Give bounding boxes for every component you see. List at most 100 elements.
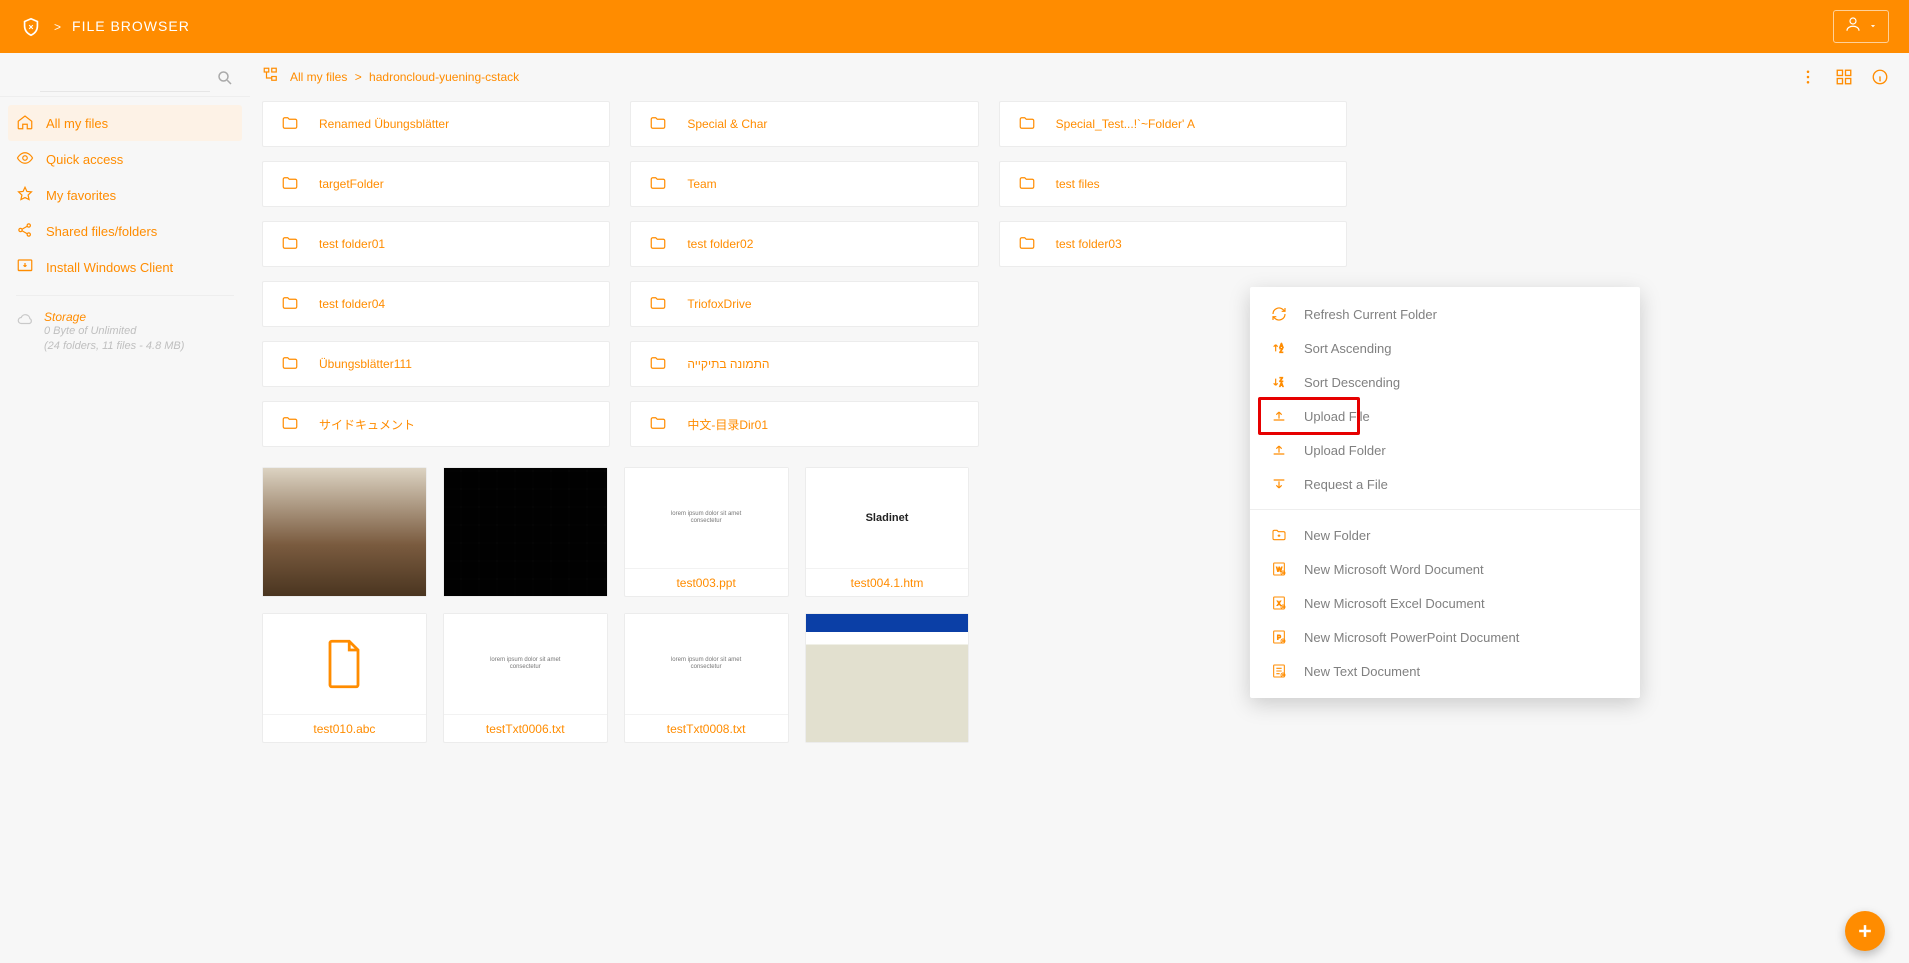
- context-menu: Refresh Current Folder AZ Sort Ascending ZA…: [1250, 287, 1640, 698]
- view-grid-icon[interactable]: [1835, 68, 1853, 86]
- search-input[interactable]: [40, 69, 210, 92]
- folder-item[interactable]: Special & Char: [630, 101, 978, 147]
- folder-label: test folder03: [1056, 237, 1122, 251]
- folder-label: test folder01: [319, 237, 385, 251]
- new-word-icon: W: [1270, 560, 1288, 578]
- folder-label: Renamed Übungsblätter: [319, 117, 449, 131]
- folder-item[interactable]: test folder02: [630, 221, 978, 267]
- folder-label: Special_Test...!`~Folder' A: [1056, 117, 1195, 131]
- upload-folder-icon: [1270, 441, 1288, 459]
- request-file-icon: [1270, 475, 1288, 493]
- menu-item-label: Request a File: [1304, 477, 1388, 492]
- user-icon: [1844, 15, 1862, 38]
- folder-label: 中文-目录Dir01: [687, 416, 768, 433]
- svg-text:X: X: [1277, 602, 1281, 608]
- file-label: test004.1.htm: [806, 568, 969, 596]
- folder-item[interactable]: test folder01: [262, 221, 610, 267]
- folder-item[interactable]: Übungsblätter111: [262, 341, 610, 387]
- folder-label: サイドキュメント: [319, 416, 415, 433]
- breadcrumb-root[interactable]: All my files: [290, 70, 347, 84]
- menu-item-new-text-document[interactable]: New Text Document: [1250, 654, 1640, 688]
- menu-item-upload-folder[interactable]: Upload Folder: [1250, 433, 1640, 467]
- menu-divider: [1250, 509, 1640, 510]
- sidebar-item-install-client[interactable]: Install Windows Client: [0, 249, 250, 285]
- menu-item-new-microsoft-powerpoint-document[interactable]: PNew Microsoft PowerPoint Document: [1250, 620, 1640, 654]
- user-menu-button[interactable]: [1833, 10, 1889, 43]
- menu-item-new-microsoft-excel-document[interactable]: X New Microsoft Excel Document: [1250, 586, 1640, 620]
- file-item[interactable]: test010.abc: [262, 613, 427, 743]
- content-scroll[interactable]: Renamed Übungsblätter Special & Char Speci…: [250, 101, 1909, 963]
- folder-item[interactable]: Renamed Übungsblätter: [262, 101, 610, 147]
- more-icon[interactable]: [1799, 68, 1817, 86]
- folder-icon: [647, 414, 669, 435]
- folder-item[interactable]: Team: [630, 161, 978, 207]
- sidebar-item-shared[interactable]: Shared files/folders: [0, 213, 250, 249]
- info-icon[interactable]: [1871, 68, 1889, 86]
- menu-item-label: New Microsoft PowerPoint Document: [1304, 630, 1519, 645]
- folder-label: test folder02: [687, 237, 753, 251]
- file-item[interactable]: [805, 613, 970, 743]
- title-prefix: >: [54, 20, 62, 34]
- folder-icon: [279, 414, 301, 435]
- sort-asc-icon: AZ: [1270, 339, 1288, 357]
- file-item[interactable]: lorem ipsum dolor sit ametconsecteturtes…: [443, 613, 608, 743]
- folder-icon: [1016, 234, 1038, 255]
- folder-item[interactable]: targetFolder: [262, 161, 610, 207]
- storage-info: Storage 0 Byte of Unlimited (24 folders,…: [16, 295, 234, 355]
- folder-item[interactable]: התמונה בתיקייה: [630, 341, 978, 387]
- folder-icon: [279, 354, 301, 375]
- breadcrumb-row: All my files > hadroncloud-yuening-cstac…: [250, 53, 1909, 101]
- menu-item-sort-ascending[interactable]: AZ Sort Ascending: [1250, 331, 1640, 365]
- sidebar-item-my-favorites[interactable]: My favorites: [0, 177, 250, 213]
- file-item[interactable]: [443, 467, 608, 597]
- fab-add-button[interactable]: [1845, 911, 1885, 951]
- folder-item[interactable]: test folder04: [262, 281, 610, 327]
- menu-item-label: New Text Document: [1304, 664, 1420, 679]
- new-folder-icon: [1270, 526, 1288, 544]
- search-icon[interactable]: [216, 69, 234, 92]
- main-panel: All my files > hadroncloud-yuening-cstac…: [250, 53, 1909, 963]
- menu-item-label: New Folder: [1304, 528, 1370, 543]
- sidebar-item-all-my-files[interactable]: All my files: [8, 105, 242, 141]
- folder-label: Team: [687, 177, 716, 191]
- folder-icon: [647, 114, 669, 135]
- folder-grid: Renamed Übungsblätter Special & Char Speci…: [262, 101, 1347, 447]
- menu-item-refresh-current-folder[interactable]: Refresh Current Folder: [1250, 297, 1640, 331]
- folder-label: Special & Char: [687, 117, 767, 131]
- breadcrumb-current: hadroncloud-yuening-cstack: [369, 70, 519, 84]
- file-item[interactable]: lorem ipsum dolor sit ametconsecteturtes…: [624, 467, 789, 597]
- refresh-icon: [1270, 305, 1288, 323]
- svg-text:A: A: [1280, 383, 1284, 389]
- folder-item[interactable]: TriofoxDrive: [630, 281, 978, 327]
- folder-item[interactable]: サイドキュメント: [262, 401, 610, 447]
- file-item[interactable]: lorem ipsum dolor sit ametconsecteturtes…: [624, 613, 789, 743]
- app-title: > FILE BROWSER: [54, 18, 190, 35]
- menu-item-sort-descending[interactable]: ZASort Descending: [1250, 365, 1640, 399]
- folder-item[interactable]: test folder03: [999, 221, 1347, 267]
- tree-icon[interactable]: [262, 66, 280, 89]
- menu-item-upload-file[interactable]: Upload File: [1250, 399, 1640, 433]
- folder-icon: [1016, 114, 1038, 135]
- menu-item-new-folder[interactable]: New Folder: [1250, 518, 1640, 552]
- breadcrumb-sep: >: [355, 70, 362, 84]
- storage-line1: 0 Byte of Unlimited: [44, 324, 184, 339]
- topbar: > FILE BROWSER: [0, 0, 1909, 53]
- folder-item[interactable]: 中文-目录Dir01: [630, 401, 978, 447]
- breadcrumb: All my files > hadroncloud-yuening-cstac…: [290, 70, 519, 84]
- folder-icon: [279, 174, 301, 195]
- menu-item-label: New Microsoft Excel Document: [1304, 596, 1485, 611]
- menu-item-label: Sort Ascending: [1304, 341, 1391, 356]
- sidebar-item-label: All my files: [46, 116, 108, 131]
- menu-item-label: Upload Folder: [1304, 443, 1386, 458]
- folder-item[interactable]: test files: [999, 161, 1347, 207]
- folder-icon: [279, 114, 301, 135]
- folder-icon: [647, 354, 669, 375]
- file-item[interactable]: Sladinettest004.1.htm: [805, 467, 970, 597]
- chevron-down-icon: [1868, 18, 1878, 36]
- menu-item-new-microsoft-word-document[interactable]: WNew Microsoft Word Document: [1250, 552, 1640, 586]
- menu-item-request-a-file[interactable]: Request a File: [1250, 467, 1640, 501]
- folder-item[interactable]: Special_Test...!`~Folder' A: [999, 101, 1347, 147]
- upload-file-icon: [1270, 407, 1288, 425]
- file-item[interactable]: [262, 467, 427, 597]
- sidebar-item-quick-access[interactable]: Quick access: [0, 141, 250, 177]
